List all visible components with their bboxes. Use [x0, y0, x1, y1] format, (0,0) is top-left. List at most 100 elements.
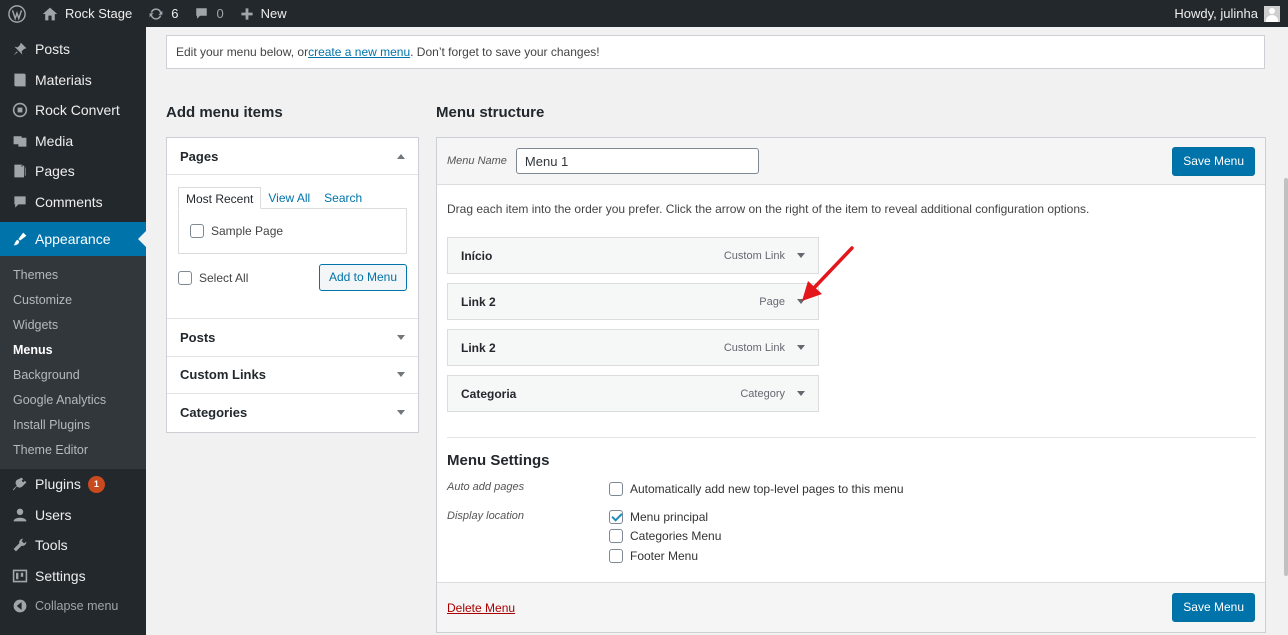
chevron-down-icon	[397, 334, 405, 340]
sidebar-item-label: Media	[35, 132, 74, 149]
wordpress-icon	[8, 4, 26, 23]
menu-settings-title: Menu Settings	[447, 452, 550, 469]
footer-menu-checkbox[interactable]	[609, 548, 623, 563]
expand-arrow-icon[interactable]	[797, 391, 805, 396]
menu-item-link-2-page[interactable]: Link 2 Page	[447, 283, 819, 320]
site-name: Rock Stage	[65, 6, 133, 21]
menu-item-categoria[interactable]: Categoria Category	[447, 375, 819, 412]
categories-section-title: Categories	[180, 405, 248, 421]
submenu-item-background[interactable]: Background	[0, 363, 146, 388]
menu-item-type: Custom Link	[723, 341, 785, 354]
pages-section-toggle[interactable]: Pages	[167, 138, 418, 175]
menu-footer: Delete Menu Save Menu	[437, 582, 1265, 632]
admin-bar: Rock Stage 6 0 New Howdy, julinha	[0, 0, 1288, 27]
menu-item-inicio[interactable]: Início Custom Link	[447, 237, 819, 274]
collapse-label: Collapse menu	[35, 599, 119, 614]
sidebar-item-materiais[interactable]: Materiais	[0, 65, 146, 96]
plugins-update-badge: 1	[87, 475, 105, 493]
menu-name-input[interactable]: Menu 1	[515, 148, 759, 174]
pages-section-title: Pages	[180, 148, 219, 164]
submenu-item-themes[interactable]: Themes	[0, 263, 146, 288]
custom-links-section-toggle[interactable]: Custom Links	[167, 357, 418, 394]
sidebar-item-settings[interactable]: Settings	[0, 561, 146, 592]
sidebar-item-rock-convert[interactable]: Rock Convert	[0, 95, 146, 126]
select-all-checkbox[interactable]	[178, 270, 192, 285]
auto-add-pages-label: Auto add pages	[447, 481, 525, 493]
notice-text-before: Edit your menu below, or	[176, 45, 309, 59]
menu-name-label: Menu Name	[447, 155, 507, 167]
sidebar-item-comments[interactable]: Comments	[0, 187, 146, 218]
save-menu-button-bottom[interactable]: Save Menu	[1172, 593, 1255, 622]
submenu-item-theme-editor[interactable]: Theme Editor	[0, 438, 146, 463]
categories-section-toggle[interactable]: Categories	[167, 394, 418, 432]
posts-section-toggle[interactable]: Posts	[167, 319, 418, 357]
admin-sidebar: Posts Materiais Rock Convert Media Pages…	[0, 27, 146, 635]
submenu-item-install-plugins[interactable]: Install Plugins	[0, 413, 146, 438]
sidebar-item-pages[interactable]: Pages	[0, 156, 146, 187]
pages-actions: Select All Add to Menu	[178, 264, 407, 291]
sidebar-item-label: Users	[35, 506, 72, 523]
expand-arrow-icon[interactable]	[797, 345, 805, 350]
sidebar-item-posts[interactable]: Posts	[0, 34, 146, 65]
menu-item-title: Início	[461, 248, 493, 263]
tab-search[interactable]: Search	[317, 187, 369, 209]
delete-menu-link[interactable]: Delete Menu	[447, 601, 515, 615]
page-scrollbar[interactable]	[1284, 178, 1288, 576]
submenu-item-widgets[interactable]: Widgets	[0, 313, 146, 338]
categories-menu-checkbox[interactable]	[609, 529, 623, 544]
sidebar-item-appearance[interactable]: Appearance	[0, 222, 146, 256]
custom-links-section-title: Custom Links	[180, 367, 266, 383]
sidebar-item-tools[interactable]: Tools	[0, 530, 146, 561]
submenu-item-menus[interactable]: Menus	[0, 338, 146, 363]
location-categories-menu[interactable]: Categories Menu	[609, 527, 721, 547]
create-new-menu-link[interactable]: create a new menu	[308, 45, 410, 59]
save-menu-button-top[interactable]: Save Menu	[1172, 146, 1255, 176]
add-to-menu-button[interactable]: Add to Menu	[318, 264, 407, 291]
sidebar-item-media[interactable]: Media	[0, 126, 146, 157]
annotation-arrow-icon	[802, 246, 854, 301]
comments-link[interactable]: 0	[186, 0, 231, 27]
tab-view-all[interactable]: View All	[261, 187, 317, 209]
submenu-item-google-analytics[interactable]: Google Analytics	[0, 388, 146, 413]
select-all-control[interactable]: Select All	[178, 270, 248, 285]
location-footer-menu[interactable]: Footer Menu	[609, 546, 721, 566]
pages-section-body: Most Recent View All Search Sample Page …	[167, 175, 418, 319]
location-label: Categories Menu	[630, 529, 722, 544]
sidebar-item-users[interactable]: Users	[0, 500, 146, 531]
sidebar-item-label: Appearance	[35, 231, 111, 247]
add-menu-items-accordion: Pages Most Recent View All Search Sample…	[166, 137, 419, 433]
posts-section-title: Posts	[180, 329, 216, 345]
menu-item-title: Categoria	[461, 386, 517, 401]
info-notice: Edit your menu below, or create a new me…	[166, 35, 1265, 69]
auto-add-option[interactable]: Automatically add new top-level pages to…	[609, 479, 904, 499]
submenu-item-customize[interactable]: Customize	[0, 288, 146, 313]
tab-most-recent[interactable]: Most Recent	[178, 187, 262, 209]
new-content-link[interactable]: New	[232, 0, 295, 27]
sidebar-item-label: Settings	[35, 567, 86, 584]
wordpress-logo-button[interactable]	[0, 0, 34, 27]
sidebar-item-plugins[interactable]: Plugins 1	[0, 469, 146, 500]
sidebar-item-label: Posts	[35, 41, 71, 58]
auto-add-checkbox[interactable]	[609, 481, 623, 496]
sample-page-checkbox[interactable]	[190, 224, 204, 238]
site-name-link[interactable]: Rock Stage	[34, 0, 140, 27]
media-icon	[10, 131, 30, 151]
updates-link[interactable]: 6	[140, 0, 186, 27]
greeting: Howdy, julinha	[1174, 6, 1258, 21]
wrench-icon	[10, 535, 30, 555]
display-location-label: Display location	[447, 510, 525, 522]
account-menu[interactable]: Howdy, julinha	[1174, 5, 1288, 22]
menu-item-link-2-custom[interactable]: Link 2 Custom Link	[447, 329, 819, 366]
collapse-menu-button[interactable]: Collapse menu	[0, 591, 146, 622]
menu-principal-checkbox[interactable]	[609, 509, 623, 524]
location-menu-principal[interactable]: Menu principal	[609, 507, 721, 527]
sidebar-item-label: Comments	[35, 193, 103, 210]
comment-icon	[10, 192, 30, 212]
updates-count: 6	[171, 6, 179, 21]
chevron-down-icon	[397, 372, 405, 378]
home-icon	[42, 7, 58, 20]
pin-icon	[10, 39, 30, 59]
sidebar-item-label: Rock Convert	[35, 102, 120, 119]
auto-add-option-label: Automatically add new top-level pages to…	[630, 481, 904, 496]
page-icon	[10, 161, 30, 181]
